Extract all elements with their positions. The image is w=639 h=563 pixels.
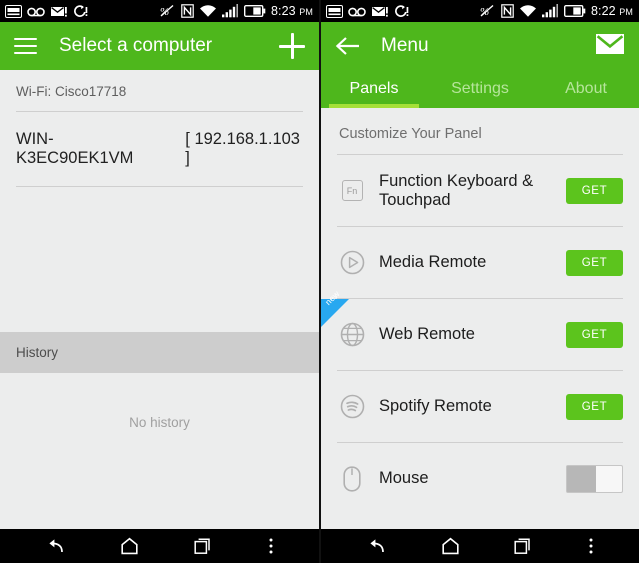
nav-overflow-button[interactable] bbox=[588, 537, 594, 555]
status-system-icons: % 8:22 PM bbox=[479, 4, 633, 18]
list-item[interactable]: Media Remote GET bbox=[321, 227, 639, 298]
spotify-icon bbox=[339, 394, 365, 420]
tab-label: Panels bbox=[349, 80, 399, 97]
nfc-icon bbox=[501, 4, 514, 18]
globe-icon bbox=[339, 322, 365, 348]
right-app-bar: Menu bbox=[321, 22, 639, 70]
back-icon bbox=[370, 539, 385, 553]
empty-space bbox=[0, 187, 319, 332]
nav-back-button[interactable] bbox=[366, 537, 386, 555]
computer-list-item[interactable]: WIN-K3EC90EK1VM [ 192.168.1.103 ] bbox=[0, 112, 319, 186]
tab-bar: Panels Settings About bbox=[321, 70, 639, 108]
list-item-label: Spotify Remote bbox=[379, 397, 492, 415]
list-item-label: Mouse bbox=[379, 469, 429, 487]
dual-screenshot: % 8:23 PM Select a computer Wi-Fi: Cisco… bbox=[0, 0, 639, 563]
nav-home-button[interactable] bbox=[441, 537, 460, 555]
computer-ip: [ 192.168.1.103 ] bbox=[185, 130, 300, 167]
page-title: Menu bbox=[381, 35, 429, 56]
list-item[interactable]: Spotify Remote GET bbox=[321, 371, 639, 442]
list-item[interactable]: new Web Remote GET bbox=[321, 289, 639, 370]
get-button[interactable]: GET bbox=[566, 249, 623, 276]
section-title: Customize Your Panel bbox=[339, 126, 482, 142]
nav-home-button[interactable] bbox=[120, 537, 139, 555]
email-icon bbox=[51, 6, 67, 17]
mouse-toggle-switch[interactable] bbox=[566, 464, 623, 493]
sim-card-icon bbox=[5, 4, 22, 18]
sim-card-icon bbox=[326, 4, 343, 18]
recents-icon bbox=[194, 538, 210, 554]
plus-icon[interactable] bbox=[279, 33, 305, 59]
vibrate-off-icon: % bbox=[480, 4, 494, 18]
fn-key-icon: Fn bbox=[339, 178, 365, 204]
list-item-label: Function Keyboard & Touchpad bbox=[379, 171, 534, 209]
left-app-bar: Select a computer bbox=[0, 22, 319, 70]
mouse-icon bbox=[339, 465, 365, 492]
battery-icon bbox=[563, 5, 586, 17]
list-item[interactable]: Fn Function Keyboard & Touchpad GET bbox=[321, 155, 639, 226]
vibrate-off-icon: % bbox=[160, 4, 174, 18]
right-status-bar: % 8:22 PM bbox=[321, 0, 639, 22]
play-circle-icon bbox=[339, 250, 365, 276]
nav-recents-button[interactable] bbox=[194, 537, 213, 555]
history-empty-text: No history bbox=[129, 415, 190, 430]
fn-key-label: Fn bbox=[341, 180, 363, 201]
signal-icon bbox=[541, 4, 558, 18]
panel-list: Fn Function Keyboard & Touchpad GET Medi… bbox=[321, 155, 639, 514]
list-item-label: Media Remote bbox=[379, 253, 487, 271]
nfc-icon bbox=[181, 4, 194, 18]
back-arrow-icon[interactable] bbox=[335, 35, 361, 57]
recents-icon bbox=[514, 538, 530, 554]
left-content: Wi-Fi: Cisco17718 WIN-K3EC90EK1VM [ 192.… bbox=[0, 70, 319, 529]
tab-label: About bbox=[565, 80, 607, 97]
get-button[interactable]: GET bbox=[566, 321, 623, 348]
toggle-thumb bbox=[596, 465, 622, 492]
get-button[interactable]: GET bbox=[566, 393, 623, 420]
page-title: Select a computer bbox=[59, 35, 213, 56]
voicemail-icon bbox=[348, 7, 366, 17]
left-nav-bar bbox=[0, 529, 319, 563]
tab-panels[interactable]: Panels bbox=[321, 70, 427, 108]
wifi-label: Wi-Fi: Cisco17718 bbox=[16, 84, 127, 99]
tab-settings[interactable]: Settings bbox=[427, 70, 533, 108]
status-system-icons: % 8:23 PM bbox=[159, 4, 313, 18]
status-clock: 8:22 PM bbox=[590, 4, 633, 18]
signal-icon bbox=[221, 4, 238, 18]
tab-label: Settings bbox=[451, 80, 509, 97]
sync-icon bbox=[395, 4, 409, 17]
status-clock: 8:23 PM bbox=[270, 4, 313, 18]
nav-overflow-button[interactable] bbox=[268, 537, 274, 555]
right-content: Customize Your Panel Fn Function Keyboar… bbox=[321, 108, 639, 529]
voicemail-icon bbox=[27, 7, 45, 17]
overflow-menu-icon bbox=[269, 538, 273, 554]
sync-icon bbox=[74, 4, 88, 17]
tab-about[interactable]: About bbox=[533, 70, 639, 108]
envelope-icon[interactable] bbox=[595, 32, 625, 61]
list-item[interactable]: Mouse bbox=[321, 443, 639, 514]
nav-recents-button[interactable] bbox=[514, 537, 533, 555]
right-screen: % 8:22 PM Menu Panels Settings About Cus bbox=[321, 0, 639, 563]
back-icon bbox=[49, 539, 64, 553]
home-icon bbox=[442, 537, 459, 555]
nav-back-button[interactable] bbox=[45, 537, 65, 555]
get-button[interactable]: GET bbox=[566, 177, 623, 204]
status-notification-icons bbox=[5, 4, 89, 18]
overflow-menu-icon bbox=[589, 538, 593, 554]
toggle-track bbox=[567, 465, 596, 492]
right-nav-bar bbox=[321, 529, 639, 563]
list-item-label: Web Remote bbox=[379, 325, 475, 343]
left-status-bar: % 8:23 PM bbox=[0, 0, 319, 22]
battery-icon bbox=[243, 5, 266, 17]
history-header: History bbox=[0, 332, 319, 373]
email-icon bbox=[372, 6, 388, 17]
computer-name: WIN-K3EC90EK1VM bbox=[16, 130, 134, 167]
home-icon bbox=[121, 537, 138, 555]
wifi-icon bbox=[519, 5, 536, 17]
wifi-icon bbox=[199, 5, 216, 17]
status-notification-icons bbox=[326, 4, 410, 18]
left-screen: % 8:23 PM Select a computer Wi-Fi: Cisco… bbox=[0, 0, 319, 563]
hamburger-icon[interactable] bbox=[14, 37, 37, 55]
